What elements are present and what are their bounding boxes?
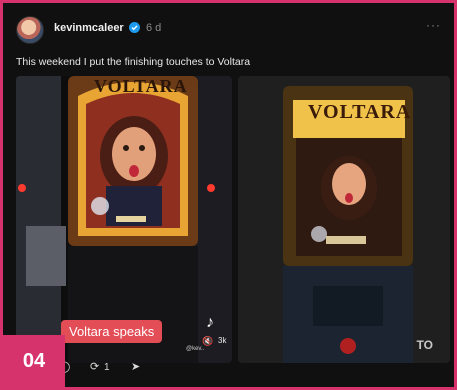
repost-icon[interactable]: ⟳ [90, 360, 99, 373]
watermark: TO [416, 338, 433, 352]
photo-right[interactable]: VOLTARA [238, 76, 450, 363]
post-time: 6 d [146, 22, 162, 34]
verified-icon [129, 22, 140, 33]
overlay-count: 3k [218, 336, 227, 345]
tiktok-handle: @kev.. [186, 346, 205, 352]
post-card-frame: kevinmcaleer 6 d ··· This weekend I put … [0, 0, 457, 390]
share-icon[interactable]: ➤ [131, 360, 140, 373]
threads-post: kevinmcaleer 6 d ··· This weekend I put … [6, 6, 451, 384]
page-number-badge: 04 [3, 335, 65, 387]
tiktok-icon: ♪ [206, 314, 214, 331]
left-sign-text: VOLTARA [94, 76, 188, 96]
post-header: kevinmcaleer 6 d ··· [16, 16, 441, 44]
username[interactable]: kevinmcaleer [54, 22, 124, 34]
voltara-speaks-label: Voltara speaks [61, 320, 163, 343]
repost-count: 1 [104, 362, 110, 373]
right-sign-text: VOLTARA [308, 101, 412, 123]
post-caption: This weekend I put the finishing touches… [16, 56, 251, 68]
more-icon[interactable]: ··· [426, 18, 441, 32]
avatar[interactable] [16, 16, 44, 44]
